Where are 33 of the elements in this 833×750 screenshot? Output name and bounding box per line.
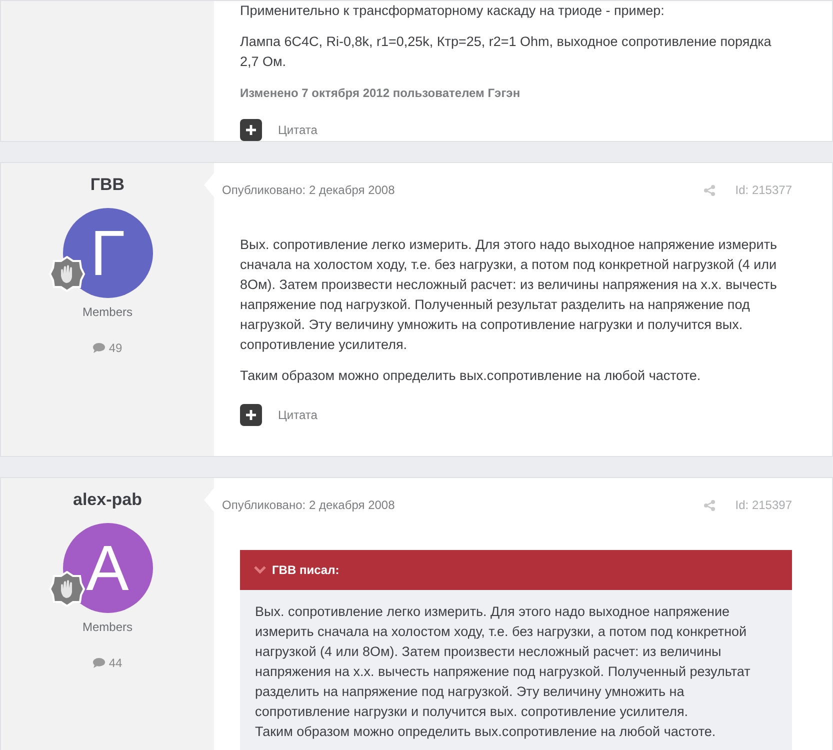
speech-bubble-icon [92, 658, 105, 668]
author-name[interactable]: ГВВ [90, 175, 125, 195]
add-button[interactable] [240, 404, 262, 426]
post-date: Опубликовано: 2 декабря 2008 [222, 497, 395, 514]
post-text: Вых. сопротивление легко измерить. Для этого надо выходное напряжение измерить сначала на холостом ходу, т.е. без нагрузки, а потом под конкретной нагрузкой (4 или 8Ом). Затем произвести несложный расчет: из величины напряжения на х.х. вычесть напряжение под нагрузкой. Полученный результат разделить на напряжение под нагрузкой. Эту величину умножить на сопротивление нагрузки и получится вых. сопротивление усилителя. [240, 236, 778, 354]
share-icon[interactable] [704, 184, 716, 196]
post-id: Id: 215397 [735, 497, 792, 514]
badge-icon [48, 571, 84, 607]
post-date: Опубликовано: 2 декабря 2008 [222, 182, 395, 199]
edit-note: Изменено 7 октября 2012 пользователем Гэгэн [240, 85, 522, 102]
plus-icon [246, 125, 256, 135]
post-text: Применительно к трансформаторному каскаду на триоде - пример: [240, 2, 666, 20]
plus-icon [246, 410, 256, 420]
member-group: Members [82, 618, 132, 636]
badge-icon [48, 256, 84, 292]
author-name[interactable]: alex-pab [73, 490, 142, 510]
chevron-down-icon[interactable] [254, 566, 266, 574]
post-text: Лампа 6С4С, Ri-0,8k, r1=0,25k, Ктр=25, r2=1 Ohm, выходное сопротивление порядка 2,7 Ом. [240, 33, 772, 71]
quote-text: Таким образом можно определить вых.сопротивление на любой частоте. [255, 723, 717, 741]
share-icon[interactable] [704, 500, 716, 510]
avatar[interactable]: Г [62, 208, 152, 298]
post-count: 49 [108, 340, 122, 357]
member-group: Members [82, 303, 132, 321]
add-button[interactable] [240, 119, 262, 141]
quote-text: Вых. сопротивление легко измерить. Для этого надо выходное напряжение измерить сначала на холостом ходу, т.е. без нагрузки, а потом под конкретной нагрузкой (4 или 8Ом). Затем произвести несложный расчет: из величины напряжения на х.х. вычесть напряжение под нагрузкой. Полученный результат разделить на напряжение под нагрузкой. Эту величину умножить на сопротивление нагрузки и получится вых. сопротивление усилителя. [255, 603, 752, 721]
post-count: 44 [108, 655, 122, 672]
post-id: Id: 215377 [735, 182, 792, 199]
quote-link[interactable]: Цитата [278, 405, 318, 425]
quote-link[interactable]: Цитата [278, 120, 318, 140]
post-text: Таким образом можно определить вых.сопротивление на любой частоте. [240, 367, 702, 385]
speech-bubble-icon [92, 343, 105, 353]
quote-author: ГВВ писал: [272, 562, 340, 579]
avatar[interactable]: A [62, 523, 152, 613]
